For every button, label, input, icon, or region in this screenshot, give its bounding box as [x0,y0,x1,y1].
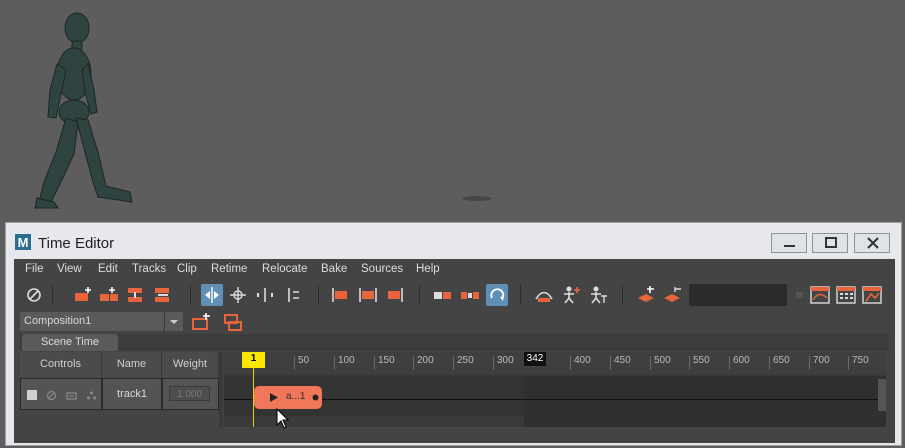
title-bar[interactable]: M Time Editor [6,223,901,259]
track-divider [224,399,886,400]
ruler-label: 650 [773,355,790,366]
duplicate-composition-icon[interactable] [222,311,244,333]
ruler-label: 750 [852,355,869,366]
lock-icon[interactable] [66,390,77,401]
move-keys-icon[interactable] [227,284,249,306]
ruler-label: 50 [298,355,310,366]
playhead-marker[interactable]: 1 [242,352,265,368]
solo-icon[interactable] [86,390,97,401]
viewport[interactable] [0,0,905,222]
clip-end-dot-icon[interactable] [312,394,319,401]
name-column-header: Name [102,352,162,377]
ripple-edit-icon[interactable] [201,284,223,306]
ruler-label: 400 [574,355,591,366]
pose-icon[interactable] [533,284,555,306]
tab-strip: Scene Time [20,334,889,351]
maximize-icon [825,237,837,248]
editor-body: File View Edit Tracks Clip Retime Reloca… [14,259,895,443]
menu-sources[interactable]: Sources [361,263,403,275]
ruler-label: 300 [497,355,514,366]
trim-end-icon[interactable] [357,284,379,306]
ruler-label: 200 [417,355,434,366]
trim-start-icon[interactable] [330,284,352,306]
vertical-scrollbar[interactable] [878,379,886,411]
character-remove-icon[interactable] [587,284,609,306]
bake-icon[interactable] [861,284,883,306]
time-editor-window: M Time Editor File View Edit Tracks Clip… [5,222,902,446]
end-frame-marker[interactable]: 342 [524,352,546,366]
mute-icon[interactable] [46,390,57,401]
ground-shadow [462,196,492,201]
timeline-panel[interactable]: 50 100 150 200 250 300 400 450 500 550 6… [224,352,886,427]
weight-column-header: Weight [162,352,219,377]
ruler-label: 250 [457,355,474,366]
maya-app-icon: M [15,234,31,250]
track-enable-checkbox[interactable] [27,390,37,400]
play-icon [270,393,278,402]
minimize-button[interactable] [771,233,807,253]
ruler-label: 450 [614,355,631,366]
timeline-search-field[interactable] [689,284,787,306]
animation-clip[interactable]: a...1 [254,386,322,409]
close-icon [867,237,879,249]
add-layer-icon[interactable] [636,284,658,306]
trim-clip-icon[interactable] [281,284,303,306]
composition-dropdown-arrow[interactable] [164,312,183,331]
track-weight-field[interactable]: 1.000 [169,386,210,401]
toolbar [14,281,895,309]
menu-relocate[interactable]: Relocate [262,263,307,275]
close-button[interactable] [854,233,890,253]
character-add-icon[interactable] [560,284,582,306]
tab-scene-time[interactable]: Scene Time [22,334,118,351]
playhead-line [253,368,254,427]
menu-view[interactable]: View [57,263,82,275]
split-clip-icon[interactable] [254,284,276,306]
menu-clip[interactable]: Clip [177,263,197,275]
remove-layer-icon[interactable] [662,284,684,306]
clip-label: a...1 [286,391,306,402]
menu-bake[interactable]: Bake [321,263,347,275]
group-clips-icon[interactable] [432,284,454,306]
ruler-label: 550 [693,355,710,366]
ruler-label: 100 [338,355,355,366]
character-model [34,12,133,209]
graph-editor-icon[interactable] [809,284,831,306]
merge-tracks-icon[interactable] [125,284,147,306]
menu-retime[interactable]: Retime [211,263,247,275]
out-of-range-region [524,376,886,427]
menu-file[interactable]: File [25,263,44,275]
crossfade-icon[interactable] [459,284,481,306]
menu-tracks[interactable]: Tracks [132,263,166,275]
split-tracks-icon[interactable] [152,284,174,306]
ruler-label: 500 [654,355,671,366]
create-track-from-selection-icon[interactable] [98,284,120,306]
panel-splitter[interactable] [219,352,223,428]
dope-sheet-icon[interactable] [835,284,857,306]
mute-solo-toggle-icon[interactable] [23,284,45,306]
minimize-icon [784,245,795,247]
hold-clip-icon[interactable] [383,284,405,306]
svg-text:M: M [18,235,29,250]
create-composition-icon[interactable] [190,311,212,333]
ruler-label: 600 [733,355,750,366]
maximize-button[interactable] [812,233,848,253]
ruler-label: 150 [378,355,395,366]
mouse-cursor-icon [276,408,290,429]
composition-dropdown[interactable]: Composition1 [20,312,164,331]
loop-icon[interactable] [486,284,508,306]
window-title: Time Editor [38,235,115,252]
chevron-down-icon [170,320,178,324]
create-track-icon[interactable] [72,284,94,306]
track-name[interactable]: track1 [102,378,162,410]
menu-help[interactable]: Help [416,263,440,275]
track-controls [20,378,102,410]
time-ruler[interactable]: 50 100 150 200 250 300 400 450 500 550 6… [224,352,886,374]
ruler-label: 700 [813,355,830,366]
menu-edit[interactable]: Edit [98,263,118,275]
menu-bar: File View Edit Tracks Clip Retime Reloca… [14,259,895,281]
controls-column-header: Controls [20,352,102,377]
